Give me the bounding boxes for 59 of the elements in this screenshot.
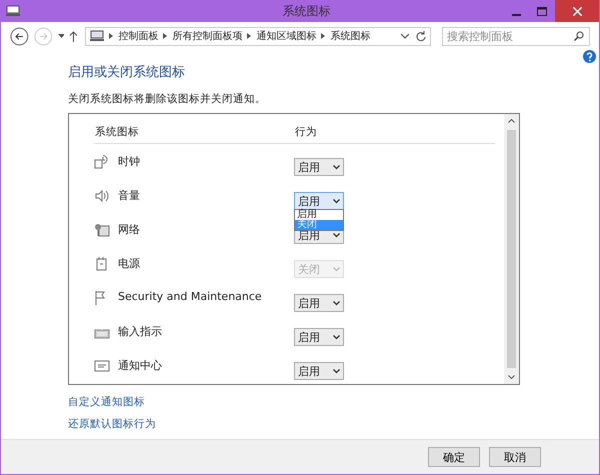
behavior-dropdown[interactable]: 启用 [294,328,344,346]
behavior-dropdown[interactable]: 启用 [294,158,344,176]
speaker-icon [94,188,110,204]
chevron-down-icon[interactable] [401,34,410,38]
breadcrumb[interactable]: 通知区域图标 [256,29,316,43]
computer-icon [90,30,104,42]
breadcrumb[interactable]: 所有控制面板项 [172,29,242,43]
icon-name: 音量 [118,188,141,203]
minimize-icon [512,14,520,16]
icon-name: 电源 [118,256,141,271]
scrollbar[interactable] [504,114,519,384]
chevron-right-icon [321,33,326,39]
icon-name: 网络 [118,222,141,237]
scroll-up-icon[interactable] [508,119,515,123]
column-header: 行为 [295,125,318,139]
search-field[interactable]: 搜索控制面板 [442,26,590,46]
chevron-down-icon [333,368,340,374]
maximize-icon [537,6,547,16]
search-icon[interactable] [574,30,584,40]
window-title: 系统图标 [282,4,330,18]
breadcrumb[interactable]: 系统图标 [330,29,370,43]
chevron-down-icon [333,266,340,272]
up-arrow-icon[interactable] [69,30,78,42]
close-icon [572,6,582,16]
behavior-dropdown[interactable]: 启用 [294,294,344,312]
link[interactable]: 自定义通知图标 [68,395,145,409]
chevron-down-icon [333,300,340,306]
description-text: 关闭系统图标将删除该图标并关闭通知。 [68,92,267,106]
scrollbar-thumb[interactable] [507,130,516,368]
breadcrumb[interactable]: 控制面板 [118,29,158,43]
page-heading: 启用或关闭系统图标 [68,64,186,81]
icon-name: 通知中心 [118,358,163,373]
chevron-down-icon [333,334,340,340]
close-button[interactable] [555,0,599,22]
column-header: 系统图标 [95,125,140,139]
dropdown-caret-icon[interactable] [58,34,64,38]
help-icon[interactable] [583,50,596,63]
address-bar[interactable]: 控制面板 所有控制面板项 通知区域图标 系统图标 [85,26,432,46]
back-icon[interactable] [10,26,29,46]
network-icon [94,222,110,238]
chevron-right-icon [247,33,252,39]
link[interactable]: 还原默认图标行为 [68,417,156,431]
computer-icon [6,5,20,17]
dropdown-option[interactable]: 启用 [295,210,343,220]
chevron-down-icon [333,198,340,204]
scroll-down-icon[interactable] [508,375,515,379]
icon-name: 时钟 [118,154,141,169]
chevron-right-icon [163,33,168,39]
icon-name: 输入指示 [118,324,163,339]
clock-icon [94,154,110,170]
dialog-button[interactable]: 确定 [428,447,480,467]
behavior-dropdown[interactable]: 启用 [294,362,344,380]
message-icon [94,358,110,374]
chevron-down-icon [333,232,340,238]
chevron-down-icon [333,164,340,170]
chevron-right-icon [109,33,114,39]
icon-name: Security and Maintenance [118,290,263,303]
refresh-icon[interactable] [415,30,426,42]
dialog-button[interactable]: 取消 [489,447,541,467]
